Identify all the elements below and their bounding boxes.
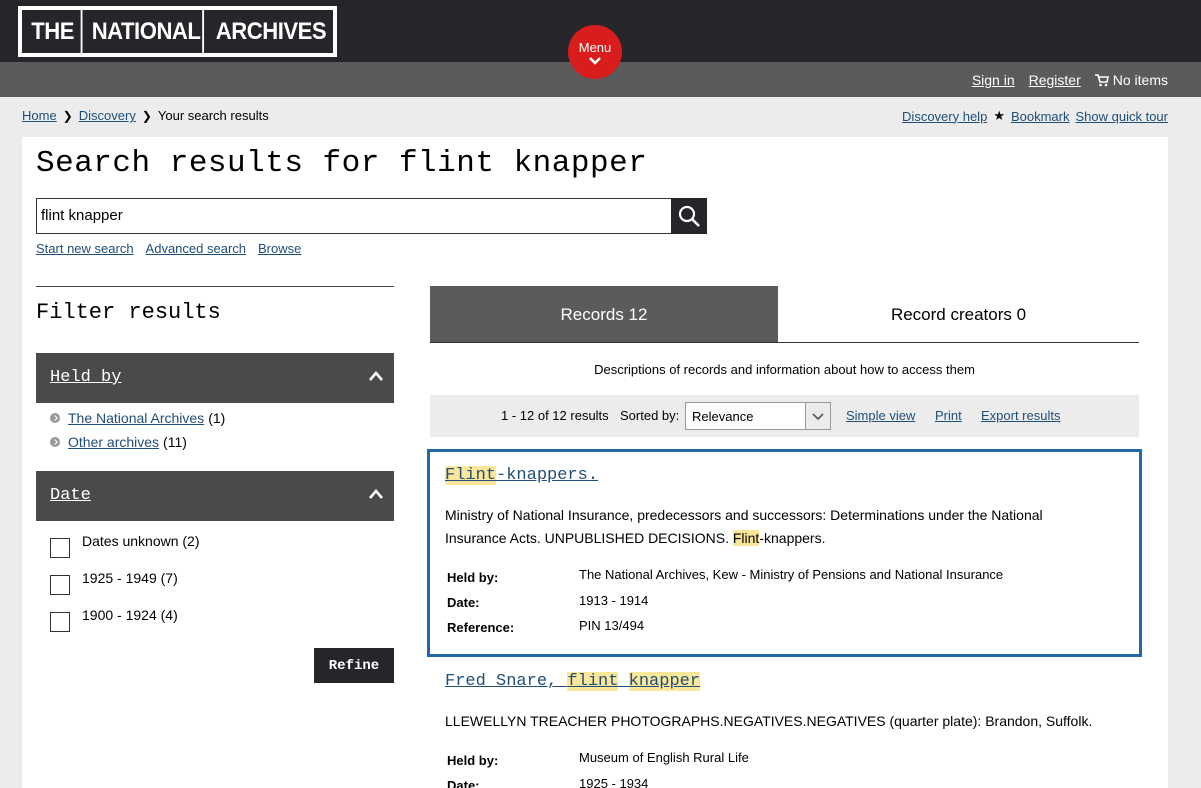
date-title: Date — [50, 486, 91, 505]
chevron-right-icon: ❯ — [62, 108, 73, 123]
result-title-text: Fred Snare, — [445, 672, 568, 691]
results-toolbar: 1 - 12 of 12 results Sorted by: Relevanc… — [430, 395, 1139, 437]
chevron-down-icon — [805, 403, 830, 429]
list-item: The National Archives (1) — [50, 410, 225, 426]
sign-in-link[interactable]: Sign in — [972, 72, 1015, 88]
meta-reference: PIN 13/494 — [579, 618, 645, 633]
print-link[interactable]: Print — [935, 408, 962, 423]
refine-button[interactable]: Refine — [314, 648, 394, 683]
meta-label: Date: — [447, 778, 480, 788]
held-by-other-link[interactable]: Other archives — [68, 434, 159, 450]
arrow-bullet-icon — [50, 413, 60, 423]
chevron-up-icon — [369, 371, 383, 381]
register-link[interactable]: Register — [1029, 72, 1081, 88]
list-item: 1900 - 1924 (4) — [50, 607, 200, 644]
meta-label: Date: — [447, 595, 480, 610]
chevron-up-icon — [369, 489, 383, 499]
meta-held-by: The National Archives, Kew - Ministry of… — [579, 567, 1004, 582]
date-checkbox[interactable] — [50, 538, 70, 558]
highlight: Flint — [445, 466, 497, 485]
simple-view-link[interactable]: Simple view — [846, 408, 915, 423]
date-checkbox[interactable] — [50, 575, 70, 595]
quick-tour-link[interactable]: Show quick tour — [1076, 109, 1169, 124]
result-title-link[interactable]: Fred Snare, flint knapper — [445, 672, 701, 691]
held-by-list: The National Archives (1) Other archives… — [50, 410, 225, 458]
highlight: flint — [567, 672, 619, 691]
filter-title: Filter results — [36, 300, 221, 325]
held-by-filter-header[interactable]: Held by — [36, 353, 394, 403]
menu-label: Menu — [578, 40, 612, 55]
date-option-label: 1925 - 1949 (7) — [82, 570, 178, 586]
logo-word: THE — [25, 10, 83, 53]
result-metadata: Held by: Museum of English Rural Life Da… — [447, 750, 1107, 788]
date-option-label: 1900 - 1924 (4) — [82, 607, 178, 623]
date-checkbox[interactable] — [50, 612, 70, 632]
meta-date: 1925 - 1934 — [579, 776, 649, 788]
page-title: Search results for flint knapper — [36, 146, 648, 181]
export-results-link[interactable]: Export results — [981, 408, 1060, 423]
breadcrumb: Home ❯ Discovery ❯ Your search results — [22, 108, 269, 123]
held-by-title: Held by — [50, 368, 122, 387]
bookmark-link[interactable]: Bookmark — [1011, 109, 1070, 124]
cart-link[interactable]: No items — [1094, 72, 1168, 88]
chevron-right-icon: ❯ — [141, 108, 152, 123]
search-links: Start new search Advanced search Browse — [36, 241, 301, 256]
desc-text: -knappers. — [759, 530, 826, 546]
browse-link[interactable]: Browse — [258, 241, 301, 256]
tab-record-creators[interactable]: Record creators 0 — [778, 286, 1139, 343]
sort-value: Relevance — [692, 409, 754, 424]
list-item: 1925 - 1949 (7) — [50, 570, 200, 607]
start-new-search-link[interactable]: Start new search — [36, 241, 134, 256]
advanced-search-link[interactable]: Advanced search — [146, 241, 246, 256]
result-description: Ministry of National Insurance, predeces… — [445, 504, 1105, 550]
chevron-down-icon — [589, 57, 601, 65]
date-option-label: Dates unknown (2) — [82, 533, 200, 549]
logo-word: ARCHIVES — [215, 17, 327, 45]
divider — [430, 342, 1139, 343]
arrow-bullet-icon — [50, 437, 60, 447]
search-icon — [678, 205, 700, 227]
divider — [36, 286, 394, 287]
list-item: Dates unknown (2) — [50, 533, 200, 570]
breadcrumb-home[interactable]: Home — [22, 108, 57, 123]
breadcrumb-current: Your search results — [157, 108, 269, 123]
held-by-count: (1) — [208, 410, 226, 426]
help-links: Discovery help ★ Bookmark Show quick tou… — [902, 108, 1168, 124]
result-metadata: Held by: The National Archives, Kew - Mi… — [447, 567, 1107, 637]
date-filter-list: Dates unknown (2) 1925 - 1949 (7) 1900 -… — [50, 533, 200, 644]
date-filter-header[interactable]: Date — [36, 471, 394, 521]
menu-button[interactable]: Menu — [568, 25, 622, 79]
sort-label: Sorted by: — [620, 408, 680, 423]
tab-description: Descriptions of records and information … — [594, 362, 975, 377]
results-count: 1 - 12 of 12 results — [501, 408, 609, 423]
search-input[interactable]: flint knapper — [36, 198, 672, 234]
result-description: LLEWELLYN TREACHER PHOTOGRAPHS.NEGATIVES… — [445, 713, 1093, 729]
held-by-count: (11) — [163, 434, 187, 450]
star-icon: ★ — [993, 108, 1005, 123]
highlight: Flint — [732, 530, 760, 546]
result-title-link[interactable]: Flint-knappers. — [445, 466, 598, 485]
logo-word: NATIONAL — [90, 10, 205, 53]
result-title-text: -knappers. — [496, 466, 599, 485]
meta-label: Held by: — [447, 753, 499, 768]
search-button[interactable] — [671, 198, 707, 234]
held-by-tna-link[interactable]: The National Archives — [68, 410, 204, 426]
cart-label: No items — [1112, 72, 1168, 88]
meta-date: 1913 - 1914 — [579, 593, 649, 608]
meta-held-by: Museum of English Rural Life — [579, 750, 749, 765]
meta-label: Reference: — [447, 620, 515, 635]
site-logo[interactable]: THE NATIONAL ARCHIVES — [18, 6, 337, 57]
list-item: Other archives (11) — [50, 434, 225, 450]
tab-records[interactable]: Records 12 — [430, 286, 778, 343]
cart-icon — [1094, 73, 1109, 86]
sort-select[interactable]: Relevance — [685, 402, 831, 430]
meta-label: Held by: — [447, 570, 499, 585]
highlight: knapper — [628, 672, 701, 691]
breadcrumb-discovery[interactable]: Discovery — [79, 108, 136, 123]
discovery-help-link[interactable]: Discovery help — [902, 109, 987, 124]
